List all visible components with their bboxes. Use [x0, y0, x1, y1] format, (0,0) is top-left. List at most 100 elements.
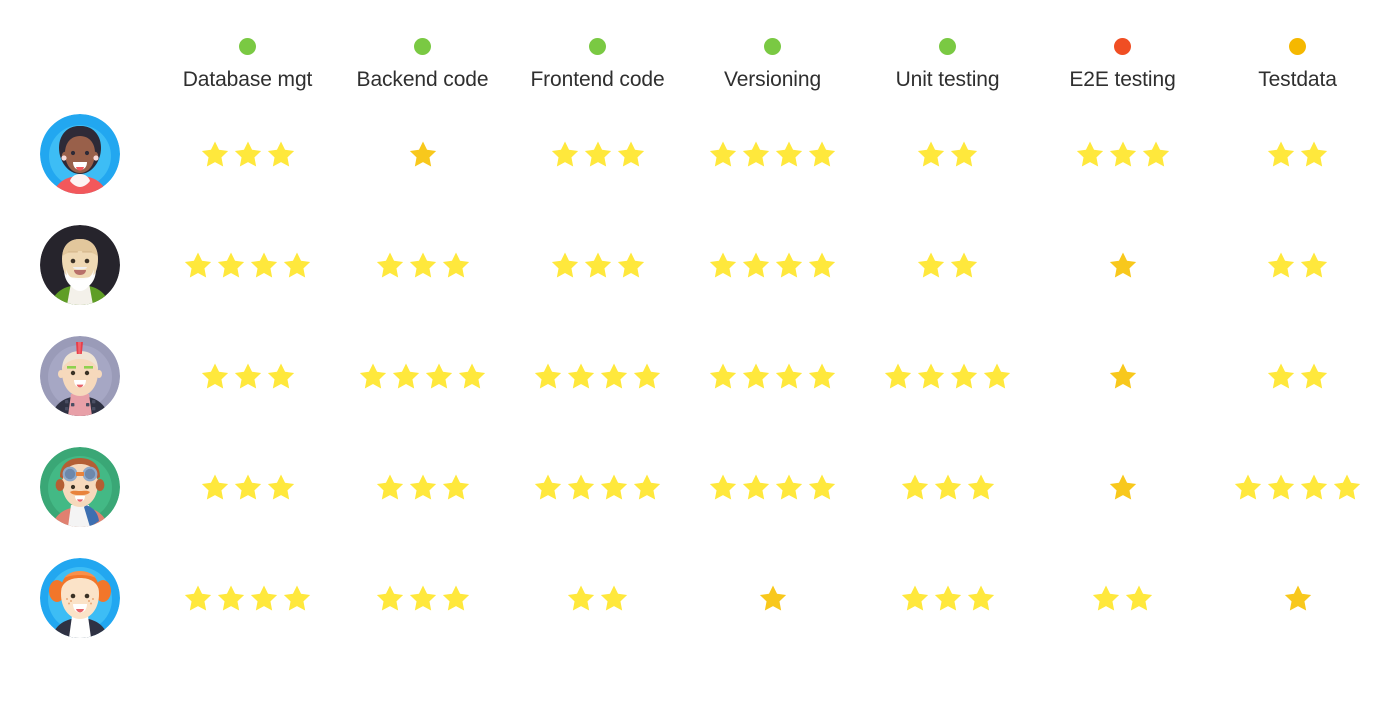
- rating-cell[interactable]: [335, 354, 510, 398]
- rating-cell[interactable]: [1210, 465, 1385, 509]
- rating-cell[interactable]: [860, 576, 1035, 620]
- column-header-label: Testdata: [1258, 68, 1337, 91]
- star-icon: [1267, 362, 1295, 388]
- star-icon: [392, 362, 420, 388]
- star-rating: [1108, 354, 1138, 398]
- star-icon: [775, 362, 803, 388]
- column-header-versioning[interactable]: Versioning: [685, 38, 860, 92]
- star-icon: [934, 473, 961, 499]
- rating-cell[interactable]: [1210, 354, 1385, 398]
- star-icon: [1125, 584, 1153, 610]
- rating-cell[interactable]: [860, 465, 1035, 509]
- star-rating: [758, 576, 788, 620]
- star-icon: [1109, 362, 1136, 388]
- table-row: [0, 209, 1389, 320]
- star-icon: [901, 584, 928, 610]
- row-avatar-cell[interactable]: [0, 557, 160, 638]
- star-rating: [200, 354, 296, 398]
- star-rating: [375, 243, 471, 287]
- star-icon: [458, 362, 486, 388]
- star-icon: [1300, 251, 1328, 277]
- star-icon: [1267, 251, 1295, 277]
- rating-cell[interactable]: [1035, 465, 1210, 509]
- column-header-testdata[interactable]: Testdata: [1210, 38, 1385, 92]
- rating-cell[interactable]: [510, 576, 685, 620]
- star-icon: [1109, 473, 1136, 499]
- star-icon: [1109, 140, 1136, 166]
- star-icon: [742, 473, 770, 499]
- row-avatar-cell[interactable]: [0, 113, 160, 194]
- rating-cell[interactable]: [1210, 132, 1385, 176]
- star-icon: [808, 362, 836, 388]
- star-icon: [425, 362, 453, 388]
- rating-cell[interactable]: [160, 465, 335, 509]
- rating-cell[interactable]: [1210, 576, 1385, 620]
- star-icon: [376, 584, 403, 610]
- status-dot-icon: [1289, 38, 1306, 55]
- row-avatar-cell[interactable]: [0, 335, 160, 416]
- rating-cell[interactable]: [510, 243, 685, 287]
- rating-cell[interactable]: [685, 132, 860, 176]
- status-dot-icon: [1114, 38, 1131, 55]
- star-icon: [1109, 251, 1136, 277]
- column-header-frontend-code[interactable]: Frontend code: [510, 38, 685, 92]
- rating-cell[interactable]: [335, 465, 510, 509]
- rating-cell[interactable]: [335, 243, 510, 287]
- rating-cell[interactable]: [685, 243, 860, 287]
- rating-cell[interactable]: [860, 132, 1035, 176]
- rating-cell[interactable]: [160, 576, 335, 620]
- star-rating: [550, 243, 646, 287]
- star-icon: [917, 140, 945, 166]
- rating-cell[interactable]: [1035, 243, 1210, 287]
- star-icon: [709, 251, 737, 277]
- star-rating: [1108, 243, 1138, 287]
- star-icon: [917, 362, 945, 388]
- rating-cell[interactable]: [685, 465, 860, 509]
- rating-cell[interactable]: [335, 576, 510, 620]
- rating-cell[interactable]: [1035, 132, 1210, 176]
- column-header-unit-testing[interactable]: Unit testing: [860, 38, 1035, 92]
- star-icon: [376, 251, 403, 277]
- star-icon: [950, 362, 978, 388]
- rating-cell[interactable]: [510, 465, 685, 509]
- rating-cell[interactable]: [510, 132, 685, 176]
- star-icon: [584, 251, 611, 277]
- column-header-backend-code[interactable]: Backend code: [335, 38, 510, 92]
- star-icon: [217, 584, 245, 610]
- star-icon: [201, 473, 228, 499]
- star-icon: [901, 473, 928, 499]
- rating-cell[interactable]: [335, 132, 510, 176]
- star-icon: [1267, 473, 1295, 499]
- star-icon: [267, 362, 294, 388]
- rating-cell[interactable]: [860, 243, 1035, 287]
- star-icon: [184, 251, 212, 277]
- rating-cell[interactable]: [160, 243, 335, 287]
- star-icon: [567, 362, 595, 388]
- rating-cell[interactable]: [1035, 354, 1210, 398]
- star-rating: [375, 465, 471, 509]
- rating-cell[interactable]: [860, 354, 1035, 398]
- star-icon: [983, 362, 1011, 388]
- rating-cell[interactable]: [160, 354, 335, 398]
- star-rating: [408, 132, 438, 176]
- column-header-label: Frontend code: [530, 68, 665, 91]
- column-header-database-mgt[interactable]: Database mgt: [160, 38, 335, 92]
- rating-cell[interactable]: [1035, 576, 1210, 620]
- column-header-label: E2E testing: [1069, 68, 1176, 91]
- rating-cell[interactable]: [685, 576, 860, 620]
- star-rating: [1108, 465, 1138, 509]
- rating-cell[interactable]: [160, 132, 335, 176]
- star-icon: [534, 473, 562, 499]
- column-header-e2e-testing[interactable]: E2E testing: [1035, 38, 1210, 92]
- rating-cell[interactable]: [1210, 243, 1385, 287]
- star-icon: [1333, 473, 1361, 499]
- star-icon: [376, 473, 403, 499]
- column-header-label: Versioning: [723, 68, 822, 91]
- rating-cell[interactable]: [510, 354, 685, 398]
- star-icon: [234, 140, 261, 166]
- row-avatar-cell[interactable]: [0, 446, 160, 527]
- star-icon: [201, 140, 228, 166]
- avatar-aviator-goggles-orange-moustache-icon: [40, 446, 120, 527]
- row-avatar-cell[interactable]: [0, 224, 160, 305]
- rating-cell[interactable]: [685, 354, 860, 398]
